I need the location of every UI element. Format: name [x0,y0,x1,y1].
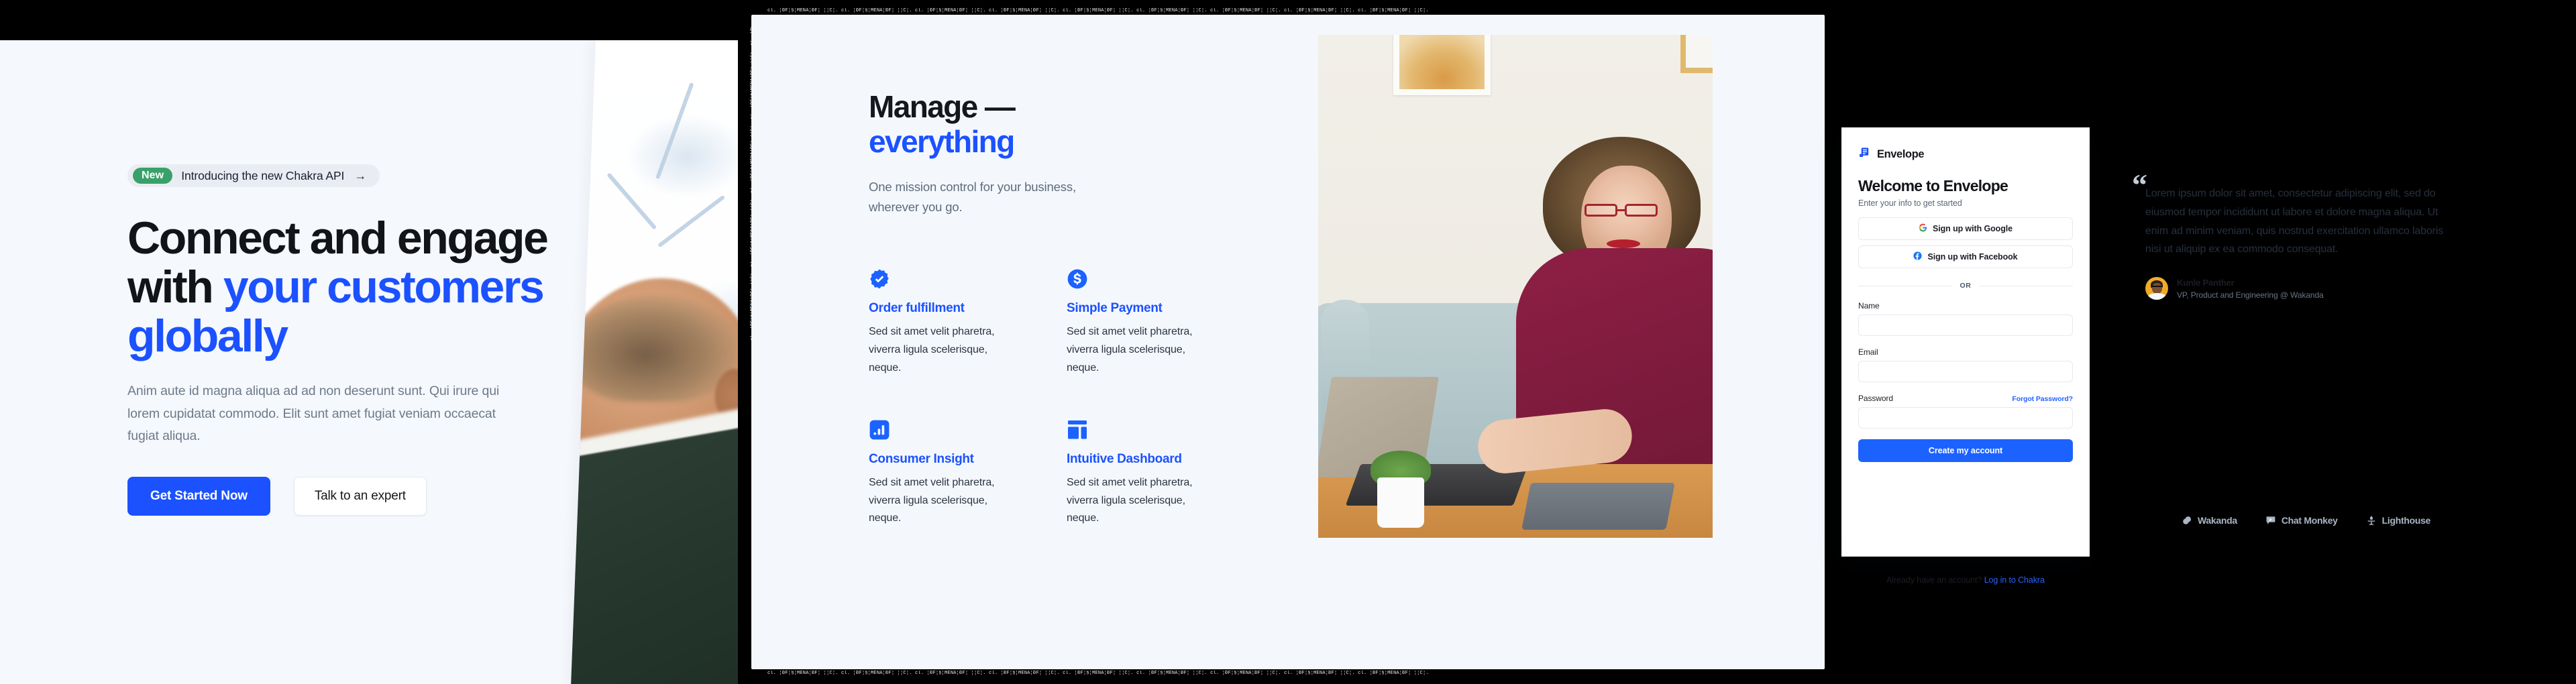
badge-label: Introducing the new Chakra API [181,168,345,182]
feature-description: Sed sit amet velit pharetra, viverra lig… [869,476,995,524]
signup-title: Welcome to Envelope [1858,177,2008,194]
center-title: Manage — everything [869,89,1164,159]
logo-label: Wakanda [2198,515,2237,526]
name-input[interactable] [1858,315,2073,336]
login-link[interactable]: Log in to Chakra [1984,575,2045,585]
author-role: VP, Product and Engineering @ Wakanda [2177,290,2324,300]
signup-google-button[interactable]: Sign up with Google [1858,217,2073,240]
signup-footer-text: Already have an account? [1886,575,1984,585]
email-field-label-row: Email [1858,347,2073,357]
badge-new-tag: New [133,167,173,184]
feature-card-order-fulfillment: Order fulfillment Sed sit amet velit pha… [869,268,1030,378]
verified-check-icon [869,268,890,290]
get-started-button[interactable]: Get Started Now [127,476,270,516]
photo-plant-pot [1377,477,1424,528]
password-field-label: Password [1858,394,1893,403]
hero-title-line2-accent: your customers [223,261,545,312]
bar-chart-icon [869,419,890,441]
lighthouse-icon [2366,515,2377,526]
brand-name: Envelope [1877,148,1925,160]
logo-label: Chat Monkey [2281,515,2338,526]
hero-title-line1: Connect and engage [127,213,549,264]
feature-card-consumer-insight: Consumer Insight Sed sit amet velit phar… [869,419,1030,528]
center-title-line1: Manage — [869,89,1016,124]
logo-chat-monkey: Chat Monkey [2265,515,2338,526]
dashboard-layout-icon [1067,419,1088,441]
envelope-logo-icon [1858,146,1871,162]
hero-side-photo [571,40,751,684]
feature-description: Sed sit amet velit pharetra, viverra lig… [869,326,995,374]
name-field-label-row: Name [1858,301,2073,310]
photo-picture-frame-small [1680,35,1713,73]
circles-icon [2182,515,2192,526]
logo-lighthouse: Lighthouse [2366,515,2430,526]
create-account-button[interactable]: Create my account [1858,439,2073,462]
hero-title-line3-accent: globally [127,310,288,361]
name-field-label: Name [1858,301,1880,310]
logo-wakanda: Wakanda [2182,515,2237,526]
center-title-line2-accent: everything [869,123,1015,159]
photo-person-lips [1607,239,1640,248]
signup-google-label: Sign up with Google [1933,224,2012,233]
dollar-coin-icon [1067,268,1088,290]
signup-divider: OR [1858,282,2074,290]
talk-to-expert-button[interactable]: Talk to an expert [293,476,427,516]
hero-content: New Introducing the new Chakra API → Con… [127,164,584,516]
hero-photo-suit [571,421,751,684]
email-field-label: Email [1858,347,1878,357]
photo-person-glasses [1583,204,1669,217]
photo-picture-frame [1393,35,1491,95]
email-input[interactable] [1858,361,2073,382]
divider-label: OR [1960,282,1972,290]
logo-label: Lighthouse [2381,515,2431,526]
testimonial-quote: Lorem ipsum dolor sit amet, consectetur … [2145,188,2444,255]
photo-tablet [1521,483,1675,530]
feature-title: Consumer Insight [869,451,974,466]
testimonial-block: “ Lorem ipsum dolor sit amet, consectetu… [2132,170,2461,300]
signup-facebook-label: Sign up with Facebook [1927,252,2018,262]
signup-card: Envelope Welcome to Envelope Enter your … [1841,127,2090,557]
signup-subtitle: Enter your info to get started [1858,198,1962,208]
center-subtitle: One mission control for your business, w… [869,180,1076,214]
hero-panel: New Introducing the new Chakra API → Con… [0,40,751,684]
announcement-badge[interactable]: New Introducing the new Chakra API → [127,164,380,187]
hero-button-group: Get Started Now Talk to an expert [127,476,584,516]
signup-card-wrapper: Envelope Welcome to Envelope Enter your … [1841,127,2110,585]
center-hero-photo [1318,35,1713,538]
author-name: Kunle Panther [2177,278,2235,288]
forgot-password-link[interactable]: Forgot Password? [2012,395,2073,403]
feature-title: Order fulfillment [869,301,965,315]
screenshot-stage: New Introducing the new Chakra API → Con… [0,0,2576,684]
center-feature-panel: Manage — everything One mission control … [751,15,1825,669]
center-heading-block: Manage — everything One mission control … [869,89,1164,217]
feature-title: Simple Payment [1067,301,1163,315]
feature-description: Sed sit amet velit pharetra, viverra lig… [1067,326,1193,374]
feature-card-intuitive-dashboard: Intuitive Dashboard Sed sit amet velit p… [1067,419,1228,528]
signup-brand-row: Envelope [1858,146,2073,162]
hero-photo-hair [571,295,741,402]
feature-card-simple-payment: Simple Payment Sed sit amet velit pharet… [1067,268,1228,378]
signup-footer: Already have an account? Log in to Chakr… [1841,575,2090,585]
google-icon [1919,223,1927,234]
chat-bubble-icon [2265,515,2276,526]
password-input[interactable] [1858,407,2073,429]
frame-tick-text-bottom: cl. ¦ÐF¦§¦MENA¦ÐF¦ ¦¦C¦. cl. ¦ÐF¦§¦MENA¦… [767,671,1429,676]
facebook-icon [1913,251,1923,262]
partner-logo-strip: Wakanda Chat Monkey Lighthouse [2182,515,2430,526]
feature-description: Sed sit amet velit pharetra, viverra lig… [1067,476,1193,524]
hero-title-line2-plain: with [127,261,223,312]
feature-title: Intuitive Dashboard [1067,451,1182,466]
testimonial-author-text: Kunle Panther VP, Product and Engineerin… [2177,277,2324,300]
hero-title: Connect and engage with your customers g… [127,214,584,360]
password-field-label-row: Password Forgot Password? [1858,394,2073,403]
signup-facebook-button[interactable]: Sign up with Facebook [1858,245,2073,268]
arrow-right-icon: → [354,169,367,182]
feature-grid: Order fulfillment Sed sit amet velit pha… [869,268,1228,528]
quote-mark-icon: “ [2132,168,2147,202]
avatar [2145,277,2168,300]
testimonial-author: Kunle Panther VP, Product and Engineerin… [2145,277,2461,300]
frame-tick-text-top: cl. ¦ÐF¦§¦MENA¦ÐF¦ ¦¦C¦. cl. ¦ÐF¦§¦MENA¦… [767,8,1429,13]
signup-card-body: Envelope Welcome to Envelope Enter your … [1841,127,2090,462]
hero-subtitle: Anim aute id magna aliqua ad ad non dese… [127,384,500,444]
